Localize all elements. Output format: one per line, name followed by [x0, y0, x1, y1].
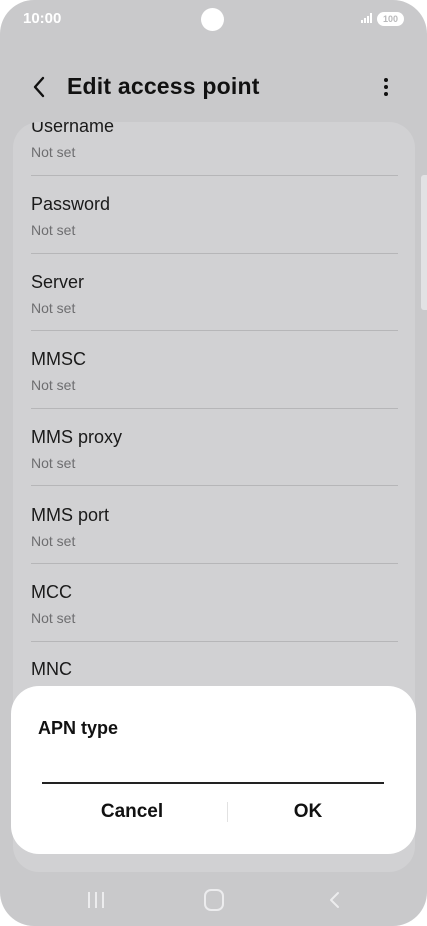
divider — [31, 563, 398, 564]
cancel-button[interactable]: Cancel — [37, 792, 227, 832]
status-bar: 10:00 100 — [0, 0, 427, 40]
divider — [31, 485, 398, 486]
divider — [31, 330, 398, 331]
home-icon[interactable] — [204, 889, 224, 911]
back-arrow-icon[interactable] — [28, 74, 52, 100]
list-item-mms-port[interactable]: MMS port Not set — [13, 505, 415, 583]
apn-type-dialog: APN type Cancel OK — [11, 686, 416, 854]
nav-back-icon[interactable] — [325, 890, 345, 910]
item-value: Not set — [31, 144, 76, 160]
ok-button[interactable]: OK — [213, 792, 403, 832]
item-value: Not set — [31, 222, 76, 238]
item-label: Password — [31, 194, 111, 214]
item-label: MNC — [31, 659, 72, 679]
phone-screen: 10:00 100 Edit access point Username Not… — [0, 0, 427, 926]
divider — [31, 175, 398, 176]
dialog-title: APN type — [38, 718, 119, 738]
battery-icon: 100 — [377, 12, 404, 26]
list-item-mms-proxy[interactable]: MMS proxy Not set — [13, 427, 415, 505]
item-label: Server — [31, 272, 85, 292]
scrollbar[interactable] — [421, 175, 427, 310]
more-options-icon[interactable] — [376, 76, 396, 98]
item-value: Not set — [31, 455, 76, 471]
list-item-username[interactable]: Username Not set — [13, 122, 415, 194]
item-label: MMS proxy — [31, 427, 123, 447]
item-label: Username — [31, 122, 115, 136]
divider — [31, 253, 398, 254]
apn-type-input[interactable] — [42, 748, 384, 784]
item-value: Not set — [31, 610, 76, 626]
navigation-bar — [0, 874, 427, 926]
item-value: Not set — [31, 377, 76, 393]
signal-icon — [361, 13, 375, 23]
status-time: 10:00 — [23, 10, 62, 27]
item-value: Not set — [31, 300, 76, 316]
item-label: MCC — [31, 582, 72, 602]
recent-apps-icon[interactable] — [86, 890, 106, 910]
item-label: MMSC — [31, 349, 86, 369]
item-label: MMS port — [31, 505, 110, 525]
list-item-password[interactable]: Password Not set — [13, 194, 415, 272]
divider — [31, 408, 398, 409]
item-value: Not set — [31, 533, 76, 549]
list-item-mcc[interactable]: MCC Not set — [13, 582, 415, 660]
list-item-server[interactable]: Server Not set — [13, 272, 415, 350]
front-camera — [201, 8, 224, 31]
list-item-mmsc[interactable]: MMSC Not set — [13, 349, 415, 427]
page-title: Edit access point — [67, 73, 260, 99]
divider — [31, 641, 398, 642]
